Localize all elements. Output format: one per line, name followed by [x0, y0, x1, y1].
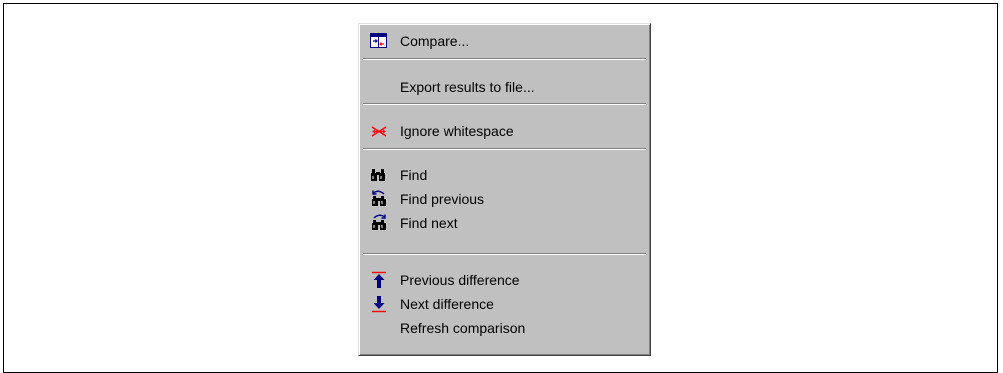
- menu-item-find-next[interactable]: Find next: [362, 212, 647, 234]
- menu-item-label: Refresh comparison: [400, 320, 526, 336]
- menu-item-previous-difference[interactable]: Previous difference: [362, 269, 647, 291]
- compare-icon: [370, 32, 388, 50]
- menu-item-label: Previous difference: [400, 272, 520, 288]
- menu-item-label: Compare...: [400, 33, 470, 49]
- menu-item-next-difference[interactable]: Next difference: [362, 293, 647, 315]
- menu-item-export-results[interactable]: Export results to file...: [362, 76, 647, 98]
- menu-item-find-previous[interactable]: Find previous: [362, 188, 647, 210]
- menu-separator: [363, 103, 646, 105]
- menu-item-label: Find previous: [400, 191, 485, 207]
- menu-item-find[interactable]: Find: [362, 164, 647, 186]
- menu-item-label: Find next: [400, 215, 458, 231]
- menu-item-refresh-comparison[interactable]: Refresh comparison: [362, 317, 647, 339]
- context-menu: Compare... Export results to file... Ign…: [358, 23, 651, 356]
- ignore-whitespace-icon: [370, 122, 388, 140]
- menu-item-label: Next difference: [400, 296, 494, 312]
- menu-separator: [363, 253, 646, 255]
- arrow-down-icon: [370, 295, 388, 313]
- find-next-icon: [370, 214, 388, 232]
- find-previous-icon: [370, 190, 388, 208]
- menu-separator: [363, 58, 646, 60]
- menu-item-label: Find: [400, 167, 428, 183]
- arrow-up-icon: [370, 271, 388, 289]
- menu-item-ignore-whitespace[interactable]: Ignore whitespace: [362, 120, 647, 142]
- menu-item-compare[interactable]: Compare...: [362, 30, 647, 52]
- binoculars-icon: [370, 166, 388, 184]
- menu-separator: [363, 148, 646, 150]
- menu-item-label: Ignore whitespace: [400, 123, 514, 139]
- menu-item-label: Export results to file...: [400, 79, 535, 95]
